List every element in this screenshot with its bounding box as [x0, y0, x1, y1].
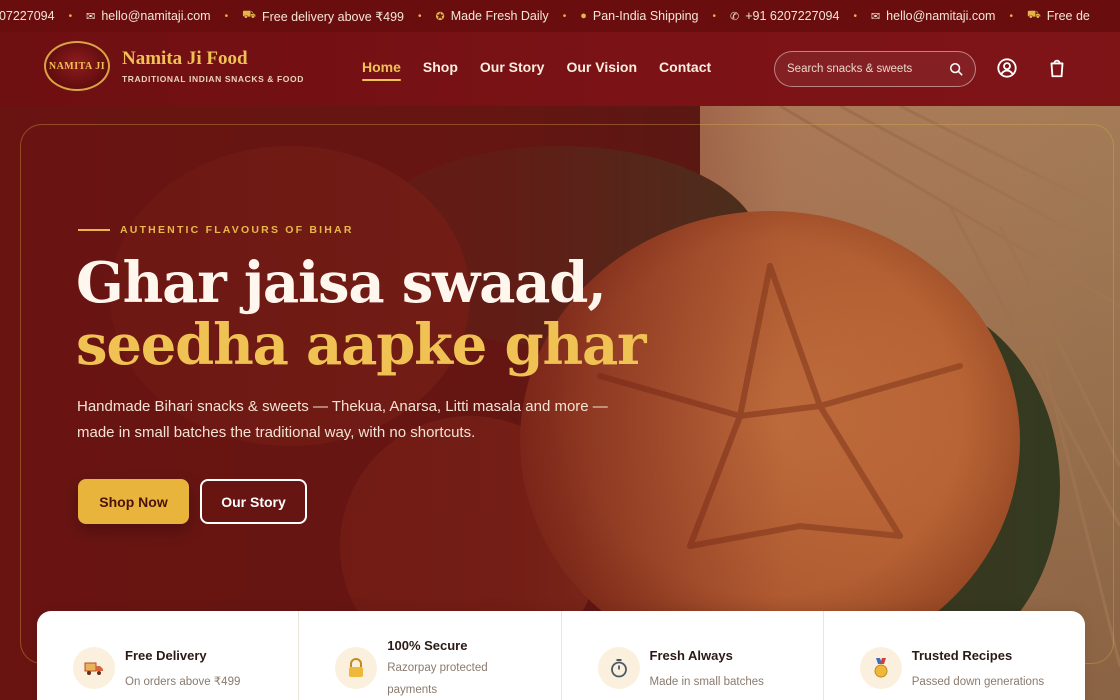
pin-icon: ●	[580, 10, 587, 22]
feature-subtitle: Made in small batches	[649, 676, 764, 688]
feature-secure: 100% Secure Razorpay protected payments	[299, 611, 562, 700]
site-header: NAMITA JI Namita Ji Food TRADITIONAL IND…	[0, 32, 1120, 106]
strip-phone: 207227094	[0, 9, 55, 23]
strip-separator: •	[1009, 10, 1013, 22]
headline-line-1: Ghar jaisa swaad,	[76, 250, 607, 316]
strip-delivery: ⛟ Free de	[1026, 9, 1090, 23]
search-input[interactable]	[787, 63, 949, 75]
strip-delivery: ⛟ Free delivery above ₹499	[242, 9, 404, 24]
mail-icon: ✉	[870, 10, 881, 23]
headline-line-2: seedha aapke ghar	[76, 312, 647, 378]
truck-icon: ⛟	[242, 9, 256, 21]
cart-icon[interactable]	[1046, 57, 1068, 79]
account-icon[interactable]	[996, 57, 1018, 79]
feature-fresh: Fresh Always Made in small batches	[562, 611, 824, 700]
hero-description: Handmade Bihari snacks & sweets — Thekua…	[77, 398, 608, 441]
timer-icon	[597, 647, 640, 689]
strip-shipping: ● Pan-India Shipping	[580, 9, 699, 23]
shop-now-button[interactable]: Shop Now	[78, 479, 189, 524]
nav-shop[interactable]: Shop	[423, 59, 458, 81]
truck-icon	[73, 647, 115, 689]
logo-text: NAMITA JI	[48, 60, 106, 72]
strip-email[interactable]: ✉ hello@namitaji.com	[86, 9, 210, 23]
feature-subtitle: Passed down generations	[911, 676, 1045, 688]
strip-separator: •	[562, 10, 567, 22]
nav-our-vision[interactable]: Our Vision	[566, 59, 637, 81]
strip-separator: •	[68, 10, 73, 22]
feature-subtitle: On orders above ₹499	[125, 676, 241, 688]
strip-phone[interactable]: ✆ +91 6207227094	[730, 9, 839, 23]
medal-icon	[859, 647, 902, 689]
announcement-strip: 207227094 • ✉ hello@namitaji.com • ⛟ Fre…	[0, 0, 1120, 32]
feature-trusted: Trusted Recipes Passed down generations	[824, 611, 1085, 700]
hero-kicker: AUTHENTIC FLAVOURS OF BIHAR	[78, 224, 354, 236]
strip-fresh: ✪ Made Fresh Daily	[435, 9, 549, 23]
kicker-line	[78, 229, 110, 231]
mail-icon: ✉	[86, 10, 96, 23]
lock-icon	[335, 647, 378, 689]
strip-separator: •	[712, 10, 717, 22]
feature-subtitle: Razorpay protected payments	[387, 662, 488, 696]
feature-title: 100% Secure	[387, 638, 468, 653]
feature-title: Trusted Recipes	[911, 648, 1013, 663]
our-story-button[interactable]: Our Story	[200, 479, 307, 524]
search-box	[774, 51, 976, 87]
search-icon[interactable]	[949, 62, 963, 76]
features-bar: Free Delivery On orders above ₹499 100% …	[37, 611, 1085, 700]
brand-name: Namita Ji Food	[122, 48, 248, 69]
feature-title: Free Delivery	[125, 648, 207, 663]
hero-headline: Ghar jaisa swaad, seedha aapke ghar	[76, 250, 647, 378]
feature-title: Fresh Always	[649, 648, 733, 663]
strip-email[interactable]: ✉ hello@namitaji.com	[871, 9, 995, 23]
strip-separator: •	[418, 10, 422, 22]
nav-our-story[interactable]: Our Story	[480, 59, 545, 81]
main-nav: Home Shop Our Story Our Vision Contact	[362, 59, 711, 81]
feature-free-delivery: Free Delivery On orders above ₹499	[37, 611, 300, 700]
brand[interactable]: Namita Ji Food TRADITIONAL INDIAN SNACKS…	[122, 48, 304, 84]
phone-icon: ✆	[730, 10, 740, 23]
medal-icon: ✪	[435, 10, 445, 23]
nav-contact[interactable]: Contact	[659, 59, 711, 81]
strip-separator: •	[224, 10, 229, 22]
truck-icon: ⛟	[1026, 9, 1041, 21]
nav-home[interactable]: Home	[362, 59, 401, 81]
brand-tagline: TRADITIONAL INDIAN SNACKS & FOOD	[122, 74, 304, 84]
strip-separator: •	[853, 10, 857, 22]
logo[interactable]: NAMITA JI	[44, 41, 110, 91]
